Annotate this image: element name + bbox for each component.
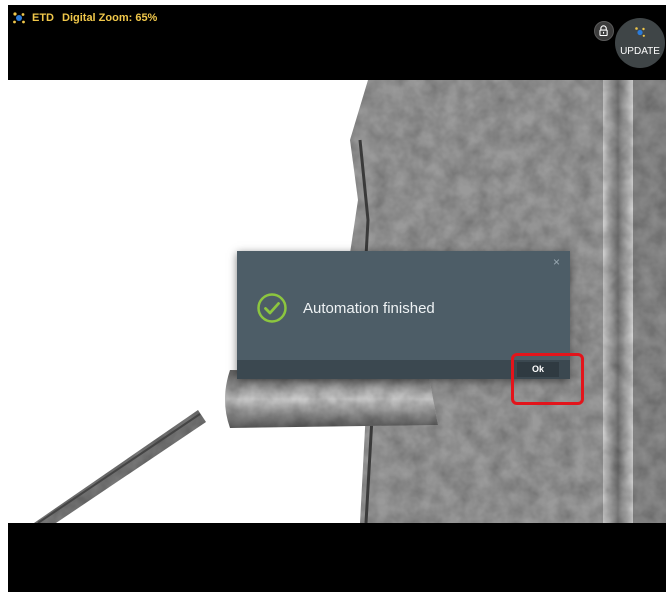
automation-dialog: × Automation finished Ok: [237, 251, 570, 379]
ok-button[interactable]: Ok: [517, 362, 559, 377]
detector-name: ETD: [32, 12, 54, 24]
check-circle-icon: [257, 293, 287, 323]
lock-button[interactable]: [594, 21, 614, 41]
update-button[interactable]: UPDATE: [615, 18, 665, 68]
detector-icon: [13, 12, 25, 24]
dialog-footer: Ok: [237, 360, 570, 379]
viewer-bottom-bar: [8, 523, 666, 592]
update-label: UPDATE: [620, 46, 660, 57]
digital-zoom-readout: Digital Zoom: 65%: [62, 12, 158, 24]
dialog-message: Automation finished: [303, 300, 435, 317]
microscope-viewer: ETD Digital Zoom: 65% UPDATE × Automatio…: [8, 5, 666, 592]
lock-icon: [599, 25, 608, 37]
close-icon[interactable]: ×: [553, 255, 560, 269]
viewer-title: ETD Digital Zoom: 65%: [32, 12, 165, 24]
update-icon: [635, 27, 645, 37]
viewer-top-bar: ETD Digital Zoom: 65% UPDATE: [8, 5, 666, 80]
